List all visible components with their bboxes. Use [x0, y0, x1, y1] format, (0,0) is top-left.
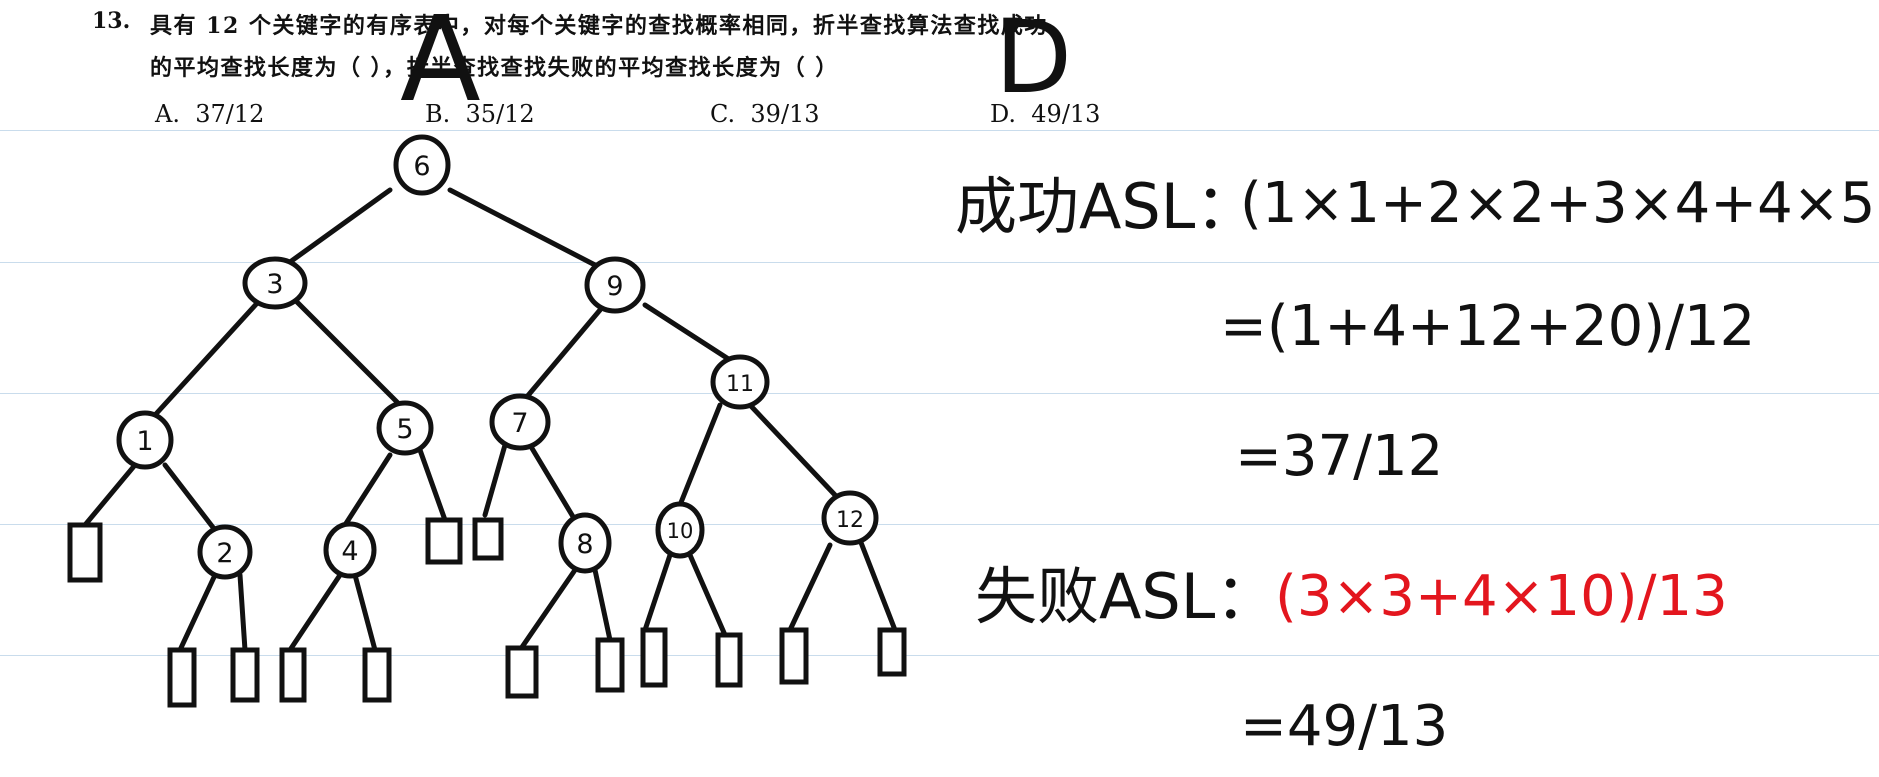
failure-node — [595, 637, 625, 693]
failure-node — [425, 517, 463, 565]
fail-asl-result: =49/13 — [1240, 694, 1448, 759]
tree-edge — [787, 542, 833, 633]
failure-node — [715, 632, 743, 688]
answer-mark-a: A — [400, 0, 481, 128]
handwritten-layer: A D 6 3 9 1 5 7 11 2 4 8 10 12 成功ASL： (1… — [67, 0, 1879, 759]
tree-nodes — [116, 134, 879, 580]
failure-node — [67, 522, 103, 583]
failure-node — [230, 647, 260, 703]
tree-edge — [642, 302, 733, 363]
tree-node-key: 3 — [266, 269, 283, 300]
tree-node-key: 7 — [511, 408, 528, 439]
tree-node-key: 11 — [726, 372, 754, 397]
failure-node — [877, 627, 907, 677]
failure-node — [472, 517, 504, 561]
tree-edge — [152, 297, 263, 418]
tree-edge — [342, 452, 393, 528]
tree-node-key: 4 — [341, 536, 358, 567]
tree-node-key: 10 — [667, 519, 694, 543]
failure-node — [779, 627, 809, 685]
failure-node — [167, 647, 197, 708]
tree-node-key: 1 — [136, 426, 153, 457]
tree-edge — [482, 442, 508, 518]
tree-edge — [417, 447, 448, 523]
tree-edge — [292, 297, 403, 408]
tree-node-key: 5 — [396, 414, 413, 445]
success-asl-result: =37/12 — [1235, 424, 1443, 489]
success-asl-formula: (1×1+2×2+3×4+4×5)/12 — [1240, 171, 1879, 236]
tree-node-key: 8 — [576, 529, 593, 560]
fail-asl-formula: (3×3+4×10)/13 — [1275, 564, 1728, 629]
tree-edge — [237, 572, 248, 653]
tree-node-key: 9 — [606, 271, 623, 302]
tree-edge — [517, 307, 603, 408]
tree-edge — [857, 537, 898, 633]
tree-edge — [162, 462, 218, 533]
tree-node-key: 6 — [413, 151, 430, 182]
tree-edge — [642, 552, 673, 633]
failure-node — [505, 645, 539, 699]
tree-edge — [527, 442, 578, 523]
tree-edge — [677, 402, 723, 508]
success-asl-step: =(1+4+12+20)/12 — [1220, 294, 1755, 359]
tree-edge — [592, 567, 613, 643]
tree-node-key: 12 — [836, 508, 864, 533]
tree-edge — [747, 402, 838, 498]
tree-edge — [287, 572, 343, 653]
tree-edge — [517, 567, 578, 653]
tree-node-key: 2 — [216, 538, 233, 569]
success-asl-label: 成功ASL： — [955, 170, 1257, 243]
tree-edge — [352, 572, 378, 653]
answer-mark-d: D — [995, 0, 1072, 116]
fail-asl-label: 失败ASL： — [975, 560, 1277, 633]
note-page: 13. 具有 12 个关键字的有序表中，对每个关键字的查找概率相同，折半查找算法… — [0, 0, 1879, 777]
failure-node — [640, 627, 668, 688]
failure-node — [362, 647, 392, 703]
tree-edge — [687, 552, 728, 638]
failure-node — [279, 647, 307, 703]
tree-edge — [177, 572, 218, 653]
tree-edge — [82, 462, 138, 528]
tree-edge — [447, 187, 598, 268]
tree-edge — [287, 187, 393, 265]
